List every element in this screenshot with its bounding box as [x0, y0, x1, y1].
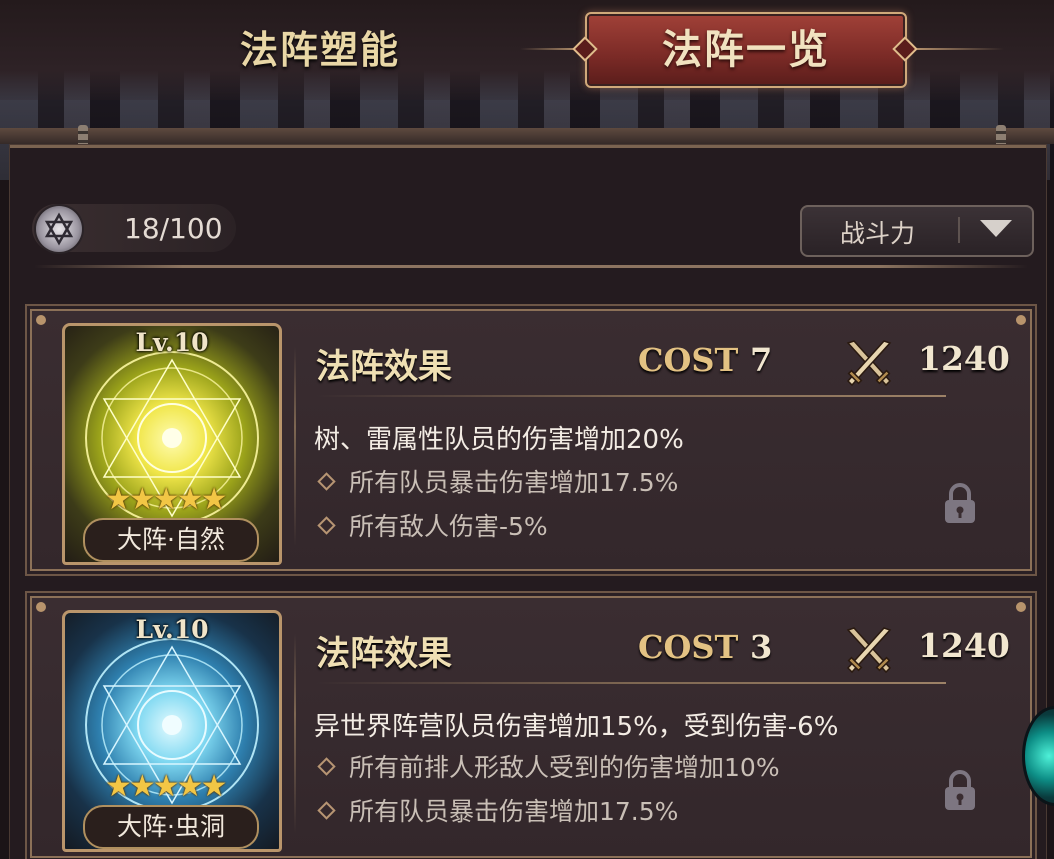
array-art-wormhole: Lv.10 ★★★★★ 大阵·虫洞	[62, 610, 282, 852]
tab-ornament-line-right	[904, 48, 1004, 50]
rivet-icon	[1016, 602, 1026, 612]
panel-rim	[0, 128, 1054, 144]
level-label: Lv.10	[135, 328, 209, 357]
crossed-swords-icon	[846, 627, 892, 674]
main-effect-text: 树、雷属性队员的伤害增加20%	[314, 425, 684, 455]
diamond-bullet-icon	[317, 471, 336, 491]
power-value: 1240	[918, 339, 1010, 378]
crossed-swords-icon	[846, 340, 892, 387]
diamond-bullet-icon	[317, 800, 336, 820]
array-card[interactable]: Lv.10 ★★★★★ 大阵·自然 法阵效果 COST 7 1240 树、雷属性…	[30, 309, 1032, 571]
sub-effect-text: 所有敌人伤害-5%	[349, 512, 548, 541]
cost-value: 7	[750, 341, 773, 379]
header-divider	[316, 682, 946, 684]
card-divider-vertical	[294, 347, 296, 547]
array-card[interactable]: Lv.10 ★★★★★ 大阵·虫洞 法阵效果 COST 3 1240 异世界阵营…	[30, 596, 1032, 858]
sort-dropdown-label: 战斗力	[840, 219, 916, 248]
diamond-bullet-icon	[317, 756, 336, 776]
header-divider	[316, 395, 946, 397]
array-name: 大阵·虫洞	[83, 805, 259, 849]
effect-title: 法阵效果	[316, 347, 452, 387]
tab-array-overview-label: 法阵一览	[662, 26, 830, 73]
cost-label: COST	[638, 628, 739, 666]
rivet-icon	[1016, 315, 1026, 325]
triangle-down-icon[interactable]	[980, 220, 1012, 237]
hexagram-icon	[36, 206, 82, 252]
level-label: Lv.10	[135, 615, 209, 644]
sub-effect-item: 所有队员暴击伤害增加17.5%	[317, 792, 679, 828]
power-value: 1240	[918, 626, 1010, 665]
cost-value: 3	[750, 628, 773, 666]
sub-effect-text: 所有队员暴击伤害增加17.5%	[349, 797, 679, 826]
sub-effect-text: 所有前排人形敌人受到的伤害增加10%	[349, 753, 780, 782]
lock-icon[interactable]	[942, 768, 978, 812]
card-divider-vertical	[294, 634, 296, 834]
effect-title: 法阵效果	[316, 634, 452, 674]
lock-icon[interactable]	[942, 481, 978, 525]
counter-value: 18/100	[124, 212, 223, 245]
cost-label: COST	[638, 341, 739, 379]
sort-separator	[958, 217, 960, 243]
sub-effect-item: 所有敌人伤害-5%	[317, 507, 548, 543]
sub-effect-item: 所有队员暴击伤害增加17.5%	[317, 463, 679, 499]
tab-array-overview[interactable]: 法阵一览	[585, 12, 907, 88]
array-art-nature: Lv.10 ★★★★★ 大阵·自然	[62, 323, 282, 565]
sub-effect-text: 所有队员暴击伤害增加17.5%	[349, 468, 679, 497]
array-name: 大阵·自然	[83, 518, 259, 562]
rivet-icon	[36, 315, 46, 325]
tab-array-empower[interactable]: 法阵塑能	[240, 22, 400, 78]
diamond-bullet-icon	[317, 515, 336, 535]
star-rating: ★★★★★	[105, 769, 227, 804]
rivet-icon	[36, 602, 46, 612]
tab-bar: 法阵塑能 法阵一览	[0, 0, 1054, 100]
star-rating: ★★★★★	[105, 482, 227, 517]
main-effect-text: 异世界阵营队员伤害增加15%，受到伤害-6%	[314, 712, 839, 742]
sub-effect-item: 所有前排人形敌人受到的伤害增加10%	[317, 748, 780, 784]
section-divider	[34, 265, 1028, 268]
